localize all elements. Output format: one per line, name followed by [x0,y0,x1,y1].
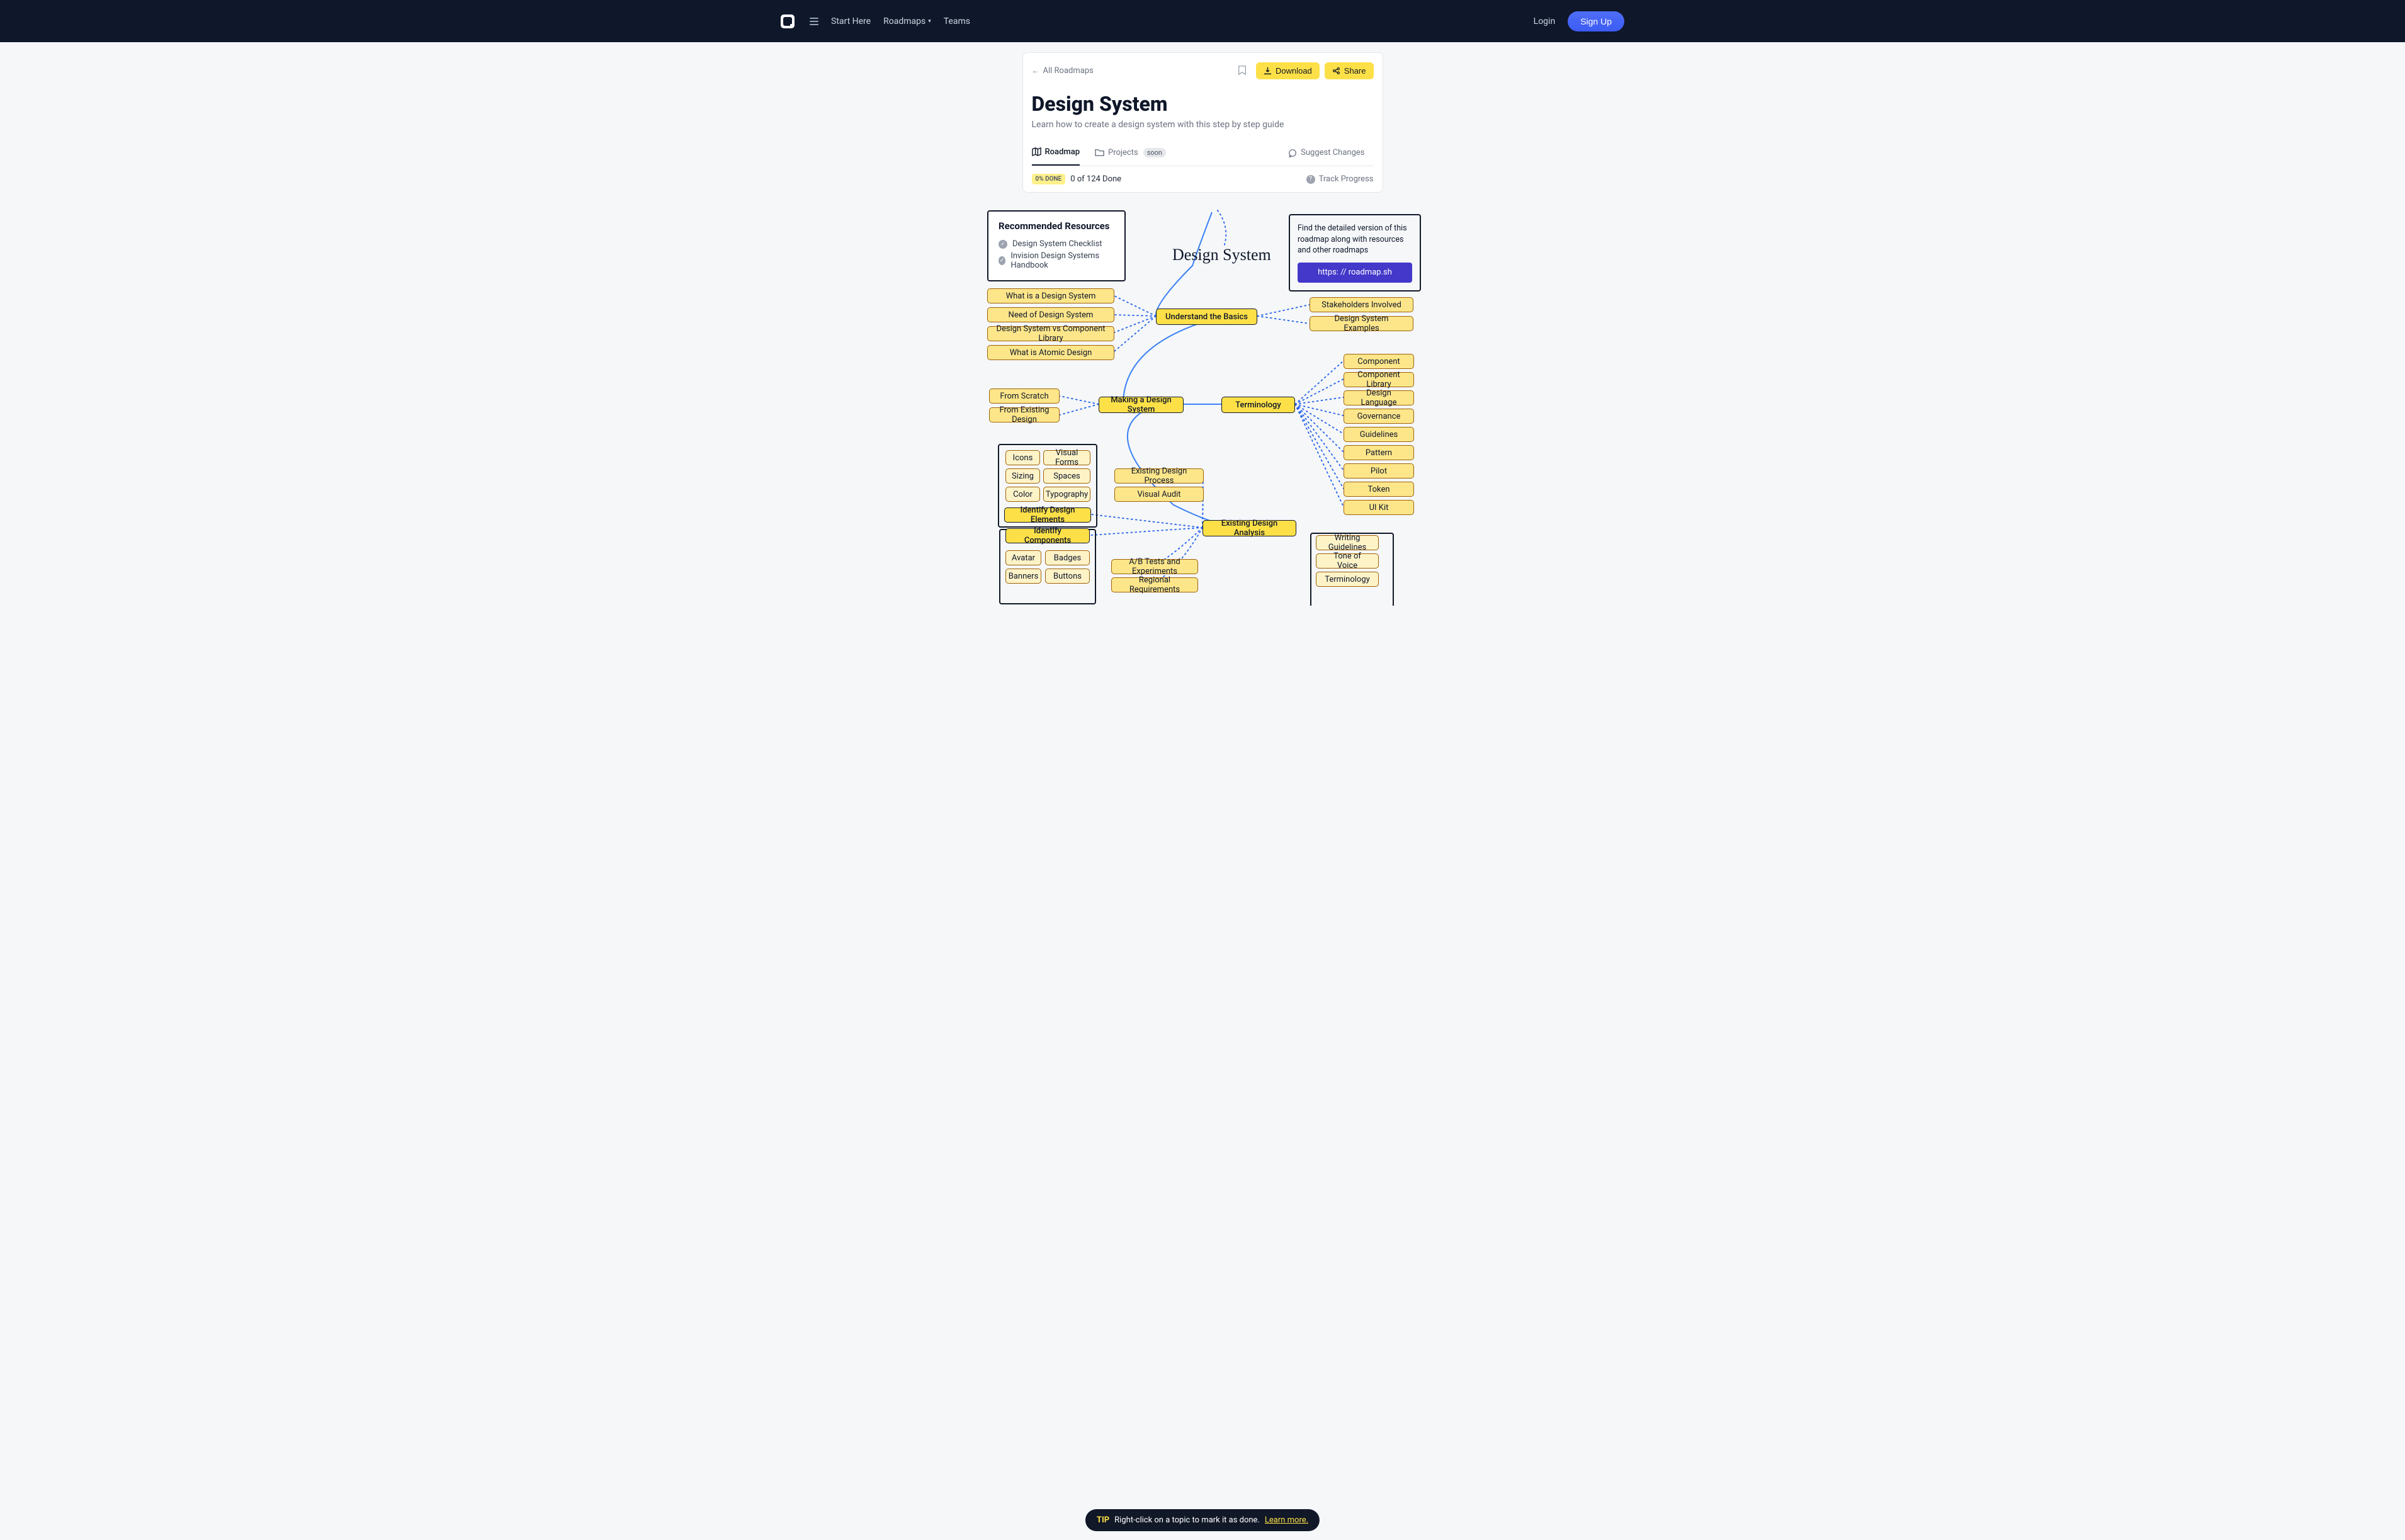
node-basic[interactable]: Need of Design System [987,307,1114,322]
recommended-resources-title: Recommended Resources [999,220,1114,232]
node-writing[interactable]: Tone of Voice [1316,553,1379,569]
roadmap-card: ← All Roadmaps Download Share [1022,52,1383,193]
arrow-left-icon: ← [1032,66,1039,75]
node-term[interactable]: Pilot [1344,463,1414,478]
suggest-changes-link[interactable]: Suggest Changes [1288,148,1364,165]
tab-projects[interactable]: Projects soon [1095,148,1166,165]
roadmap-sh-link[interactable]: https: // roadmap.sh [1298,263,1412,283]
node-basic[interactable]: Stakeholders Involved [1310,297,1413,312]
tip-label: TIP [1097,1515,1109,1525]
nav-teams[interactable]: Teams [944,16,970,26]
folder-icon [1095,148,1104,157]
page-subtitle: Learn how to create a design system with… [1032,120,1374,130]
node-regional[interactable]: Regional Requirements [1111,577,1198,592]
map-icon [1032,147,1041,157]
node-understand-basics[interactable]: Understand the Basics [1156,309,1257,325]
logo[interactable] [781,14,795,28]
node-writing[interactable]: Writing Guidelines [1316,535,1379,550]
node-element[interactable]: Visual Forms [1043,450,1090,465]
node-writing[interactable]: Terminology [1316,572,1379,587]
node-element[interactable]: Color [1005,487,1040,502]
header-inner: Start Here Roadmaps▾ Teams Login Sign Up [771,11,1634,31]
node-term[interactable]: Token [1344,482,1414,497]
page-title: Design System [1032,92,1374,116]
tab-roadmap[interactable]: Roadmap [1032,147,1080,166]
download-button[interactable]: Download [1256,62,1320,79]
hamburger-menu-icon[interactable] [810,18,818,25]
diagram: Recommended Resources ✓Design System Che… [771,203,1634,606]
node-element[interactable]: Icons [1005,450,1040,465]
done-text: 0 of 124 Done [1070,174,1121,184]
progress-row: 0% DONE 0 of 124 Done ? Track Progress [1023,166,1383,192]
login-link[interactable]: Login [1534,16,1556,26]
node-basic[interactable]: Design System Examples [1310,316,1413,331]
chat-icon [1288,149,1297,157]
header-right: Login Sign Up [1534,11,1624,31]
node-element[interactable]: Sizing [1005,468,1040,484]
node-identify-elements[interactable]: Identify Design Elements [1004,507,1091,523]
node-ab-tests[interactable]: A/B Tests and Experiments [1111,559,1198,574]
node-analysis-item[interactable]: Visual Audit [1114,487,1204,502]
node-basic[interactable]: What is Atomic Design [987,345,1114,360]
node-component[interactable]: Buttons [1045,569,1090,584]
node-component[interactable]: Banners [1005,569,1041,584]
external-link-box: Find the detailed version of this roadma… [1289,214,1421,292]
resource-item[interactable]: ✓Design System Checklist [999,238,1114,250]
soon-badge: soon [1143,148,1166,157]
check-icon: ✓ [999,256,1005,265]
main-wrap: ← All Roadmaps Download Share [0,42,2405,193]
nav-roadmaps[interactable]: Roadmaps▾ [883,16,931,26]
node-making-opt[interactable]: From Scratch [989,388,1060,404]
tip-toast: TIP Right-click on a topic to mark it as… [1085,1509,1320,1531]
node-term[interactable]: Component [1344,354,1414,369]
tip-learn-more-link[interactable]: Learn more. [1265,1515,1308,1525]
node-identify-components[interactable]: Identify Components [1005,528,1090,543]
track-progress-link[interactable]: ? Track Progress [1306,174,1374,184]
node-making-opt[interactable]: From Existing Design [989,407,1060,422]
bookmark-button[interactable] [1233,62,1251,79]
node-component[interactable]: Badges [1045,550,1090,565]
node-basic[interactable]: Design System vs Component Library [987,326,1114,341]
node-making[interactable]: Making a Design System [1099,397,1184,413]
node-term[interactable]: Guidelines [1344,427,1414,442]
node-term[interactable]: Governance [1344,409,1414,424]
node-term[interactable]: UI Kit [1344,500,1414,515]
diagram-title: Design System [1172,246,1271,264]
header: Start Here Roadmaps▾ Teams Login Sign Up [0,0,2405,42]
header-left: Start Here Roadmaps▾ Teams [781,14,970,28]
node-analysis-item[interactable]: Existing Design Process [1114,468,1204,484]
share-button[interactable]: Share [1325,62,1374,79]
node-component[interactable]: Avatar [1005,550,1041,565]
check-icon: ✓ [999,240,1007,249]
node-element[interactable]: Spaces [1043,468,1090,484]
bookmark-icon [1238,65,1247,76]
recommended-resources-box: Recommended Resources ✓Design System Che… [987,210,1126,281]
back-all-roadmaps[interactable]: ← All Roadmaps [1032,66,1094,76]
node-element[interactable]: Typography [1043,487,1090,502]
node-basic[interactable]: What is a Design System [987,288,1114,303]
resource-item[interactable]: ✓Invision Design Systems Handbook [999,250,1114,271]
node-term[interactable]: Component Library [1344,372,1414,387]
download-icon [1264,67,1272,75]
node-term[interactable]: Design Language [1344,390,1414,405]
node-term[interactable]: Pattern [1344,445,1414,460]
question-icon: ? [1306,175,1315,184]
node-analysis[interactable]: Existing Design Analysis [1202,520,1296,536]
signup-button[interactable]: Sign Up [1568,11,1624,31]
node-terminology[interactable]: Terminology [1221,397,1295,413]
tip-text: Right-click on a topic to mark it as don… [1114,1515,1260,1525]
chevron-down-icon: ▾ [928,18,931,25]
nav-start-here[interactable]: Start Here [831,16,871,26]
share-icon [1332,67,1340,75]
external-link-text: Find the detailed version of this roadma… [1298,223,1412,256]
done-badge: 0% DONE [1032,174,1066,184]
